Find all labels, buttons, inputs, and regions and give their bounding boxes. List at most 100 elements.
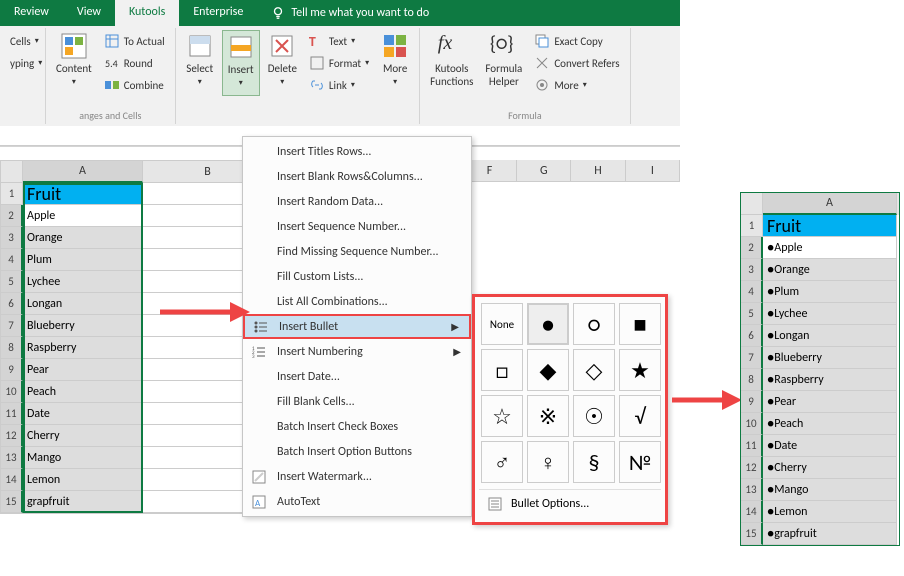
bullet-symbol-0[interactable]: ● bbox=[527, 303, 569, 345]
menu-item-insert-numbering[interactable]: 123Insert Numbering▶ bbox=[243, 339, 471, 364]
row-header[interactable]: 3 bbox=[1, 227, 23, 249]
bullet-symbol-7[interactable]: ☆ bbox=[481, 395, 523, 437]
row-header[interactable]: 6 bbox=[1, 293, 23, 315]
row-header[interactable]: 7 bbox=[741, 347, 763, 369]
table-cell[interactable]: Plum bbox=[23, 249, 143, 271]
table-cell[interactable]: ●Raspberry bbox=[763, 369, 897, 391]
row-header[interactable]: 4 bbox=[1, 249, 23, 271]
tab-view[interactable]: View bbox=[63, 0, 115, 26]
menu-item-batch-insert-check-boxes[interactable]: Batch Insert Check Boxes bbox=[243, 414, 471, 439]
tab-enterprise[interactable]: Enterprise bbox=[179, 0, 257, 26]
tell-me-search[interactable]: Tell me what you want to do bbox=[257, 0, 443, 26]
table-cell[interactable]: Longan bbox=[23, 293, 143, 315]
convert-refers-button[interactable]: Convert Refers bbox=[530, 52, 623, 74]
bullet-symbol-4[interactable]: ◆ bbox=[527, 349, 569, 391]
more2-button[interactable]: More▾ bbox=[530, 74, 623, 96]
row-header[interactable]: 14 bbox=[1, 469, 23, 491]
table-cell[interactable]: Mango bbox=[23, 447, 143, 469]
row-header[interactable]: 4 bbox=[741, 281, 763, 303]
table-cell[interactable]: Lemon bbox=[23, 469, 143, 491]
bullet-symbol-2[interactable]: ■ bbox=[619, 303, 661, 345]
insert-button[interactable]: Insert ▾ bbox=[222, 30, 260, 96]
combine-button[interactable]: Combine bbox=[100, 74, 169, 96]
menu-item-insert-bullet[interactable]: Insert Bullet▶ bbox=[243, 314, 471, 339]
cell-A1[interactable]: Fruit bbox=[23, 183, 143, 205]
row-header[interactable]: 15 bbox=[1, 491, 23, 513]
bullet-symbol-12[interactable]: ♀ bbox=[527, 441, 569, 483]
column-header-I[interactable]: I bbox=[626, 160, 680, 182]
round-button[interactable]: 5.4Round bbox=[100, 52, 169, 74]
row-header[interactable]: 5 bbox=[741, 303, 763, 325]
bullet-none[interactable]: None bbox=[481, 303, 523, 345]
bullet-symbol-3[interactable]: □ bbox=[481, 349, 523, 391]
tab-review[interactable]: Review bbox=[0, 0, 63, 26]
row-header[interactable]: 2 bbox=[1, 205, 23, 227]
row-header[interactable]: 13 bbox=[1, 447, 23, 469]
table-cell[interactable]: Cherry bbox=[23, 425, 143, 447]
row-header[interactable]: 12 bbox=[1, 425, 23, 447]
table-cell[interactable]: ●Orange bbox=[763, 259, 897, 281]
table-cell[interactable]: ●Cherry bbox=[763, 457, 897, 479]
bullet-symbol-14[interactable]: № bbox=[619, 441, 661, 483]
table-cell[interactable]: ●grapfruit bbox=[763, 523, 897, 545]
delete-button[interactable]: Delete ▾ bbox=[264, 30, 301, 96]
table-cell[interactable]: Blueberry bbox=[23, 315, 143, 337]
table-cell[interactable]: Orange bbox=[23, 227, 143, 249]
table-cell[interactable]: ●Longan bbox=[763, 325, 897, 347]
column-header-A-2[interactable]: A bbox=[763, 193, 897, 215]
to-actual-button[interactable]: To Actual bbox=[100, 30, 169, 52]
table-cell[interactable]: ●Pear bbox=[763, 391, 897, 413]
bullet-symbol-13[interactable]: § bbox=[573, 441, 615, 483]
menu-item-batch-insert-option-buttons[interactable]: Batch Insert Option Buttons bbox=[243, 439, 471, 464]
bullet-symbol-6[interactable]: ★ bbox=[619, 349, 661, 391]
row-header[interactable]: 8 bbox=[741, 369, 763, 391]
column-header-G[interactable]: G bbox=[517, 160, 571, 182]
text-button[interactable]: TText▾ bbox=[305, 30, 373, 52]
select-all-corner[interactable] bbox=[1, 161, 23, 183]
table-cell[interactable]: ●Mango bbox=[763, 479, 897, 501]
row-header[interactable]: 7 bbox=[1, 315, 23, 337]
row-header[interactable]: 12 bbox=[741, 457, 763, 479]
bullet-symbol-10[interactable]: √ bbox=[619, 395, 661, 437]
tab-kutools[interactable]: Kutools bbox=[115, 0, 179, 26]
table-cell[interactable]: Pear bbox=[23, 359, 143, 381]
menu-item-list-all-combinations[interactable]: List All Combinations... bbox=[243, 289, 471, 314]
cells-button[interactable]: Cells▾ bbox=[6, 30, 39, 52]
table-cell[interactable]: Raspberry bbox=[23, 337, 143, 359]
menu-item-insert-titles-rows[interactable]: Insert Titles Rows... bbox=[243, 139, 471, 164]
table-cell[interactable]: Apple bbox=[23, 205, 143, 227]
format-button[interactable]: Format▾ bbox=[305, 52, 373, 74]
table-cell[interactable]: ●Peach bbox=[763, 413, 897, 435]
menu-item-autotext[interactable]: AAutoText bbox=[243, 489, 471, 514]
bullet-symbol-1[interactable]: ○ bbox=[573, 303, 615, 345]
kutools-functions-button[interactable]: fx Kutools Functions bbox=[426, 30, 477, 96]
table-cell[interactable]: ●Lemon bbox=[763, 501, 897, 523]
row-header[interactable]: 5 bbox=[1, 271, 23, 293]
table-cell[interactable]: ●Plum bbox=[763, 281, 897, 303]
menu-item-fill-custom-lists[interactable]: Fill Custom Lists... bbox=[243, 264, 471, 289]
table-cell[interactable]: ●Date bbox=[763, 435, 897, 457]
table-cell[interactable]: ●Blueberry bbox=[763, 347, 897, 369]
bullet-symbol-5[interactable]: ◇ bbox=[573, 349, 615, 391]
exact-copy-button[interactable]: Exact Copy bbox=[530, 30, 623, 52]
row-header[interactable]: 13 bbox=[741, 479, 763, 501]
row-header-1[interactable]: 1 bbox=[1, 183, 23, 205]
more-button[interactable]: More ▾ bbox=[377, 30, 413, 96]
row-header[interactable]: 3 bbox=[741, 259, 763, 281]
cell-A1-2[interactable]: Fruit bbox=[763, 215, 897, 237]
menu-item-insert-random-data[interactable]: Insert Random Data... bbox=[243, 189, 471, 214]
link-button[interactable]: Link▾ bbox=[305, 74, 373, 96]
row-header[interactable]: 11 bbox=[1, 403, 23, 425]
row-header[interactable]: 9 bbox=[741, 391, 763, 413]
bullet-symbol-9[interactable]: ☉ bbox=[573, 395, 615, 437]
bullet-options-item[interactable]: Bullet Options... bbox=[479, 489, 661, 518]
menu-item-find-missing-sequence-number[interactable]: Find Missing Sequence Number... bbox=[243, 239, 471, 264]
formula-helper-button[interactable]: {○} Formula Helper bbox=[481, 30, 526, 96]
bullet-symbol-11[interactable]: ♂ bbox=[481, 441, 523, 483]
worksheet-right[interactable]: A 1 Fruit 2●Apple3●Orange4●Plum5●Lychee6… bbox=[740, 192, 900, 546]
row-header-1-2[interactable]: 1 bbox=[741, 215, 763, 237]
row-header[interactable]: 8 bbox=[1, 337, 23, 359]
menu-item-insert-sequence-number[interactable]: Insert Sequence Number... bbox=[243, 214, 471, 239]
typing-button[interactable]: yping▾ bbox=[6, 52, 39, 74]
row-header[interactable]: 14 bbox=[741, 501, 763, 523]
